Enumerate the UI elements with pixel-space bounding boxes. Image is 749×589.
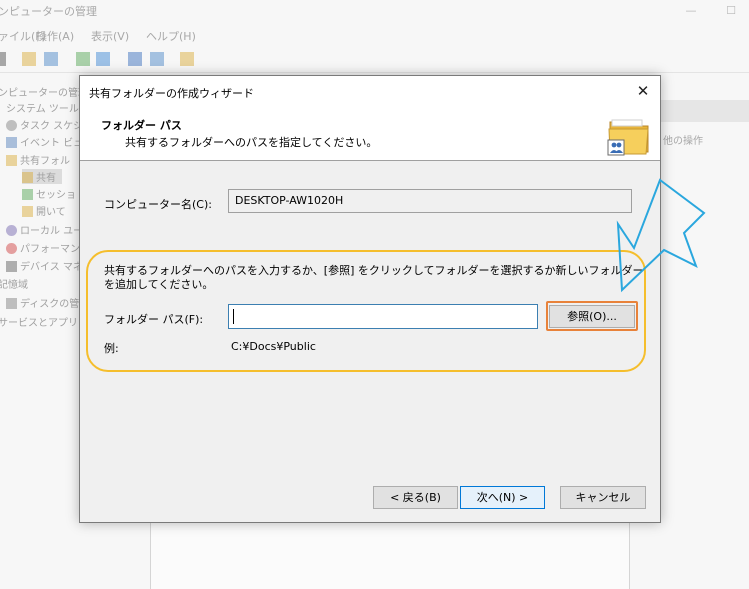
- device-manager-icon: [6, 261, 17, 272]
- help-icon[interactable]: [128, 52, 142, 66]
- tree-item[interactable]: システム ツール: [6, 100, 79, 115]
- menu-view[interactable]: 表示(V): [91, 28, 129, 44]
- tree-item[interactable]: セッショ: [22, 186, 76, 201]
- shared-folder-icon: [6, 155, 17, 166]
- export-icon[interactable]: [96, 52, 110, 66]
- share-folder-wizard: 共有フォルダーの作成ウィザード ✕ フォルダー パス 共有するフォルダーへのパス…: [79, 75, 661, 523]
- path-instruction: 共有するフォルダーへのパスを入力するか、[参照] をクリックしてフォルダーを選択…: [104, 264, 644, 291]
- menu-action[interactable]: 操作(A): [36, 28, 74, 44]
- wizard-header: フォルダー パス 共有するフォルダーへのパスを指定してください。: [80, 106, 660, 161]
- event-viewer-icon: [6, 137, 17, 148]
- example-value: C:¥Docs¥Public: [231, 340, 316, 353]
- share-icon: [22, 172, 33, 183]
- computer-name-label: コンピューター名(C):: [104, 198, 212, 211]
- tree-item[interactable]: デバイス マネ: [6, 258, 83, 273]
- text-caret: [233, 309, 234, 324]
- menu-help[interactable]: ヘルプ(H): [146, 28, 196, 44]
- tree-item-selected[interactable]: 共有: [22, 169, 62, 184]
- step-subtitle: 共有するフォルダーへのパスを指定してください。: [125, 136, 378, 149]
- clock-icon: [6, 120, 17, 131]
- background-menubar: ァイル(F) 操作(A) 表示(V) ヘルプ(H): [0, 24, 749, 44]
- close-icon[interactable]: ✕: [626, 76, 660, 106]
- show-tree-icon[interactable]: [44, 52, 58, 66]
- tree-item[interactable]: 開いて: [22, 203, 66, 218]
- tree-item[interactable]: ンピューターの管理: [0, 84, 88, 99]
- new-share-icon[interactable]: [180, 52, 194, 66]
- view-icon[interactable]: [150, 52, 164, 66]
- tree-item[interactable]: ディスクの管: [6, 295, 79, 310]
- disk-icon: [6, 298, 17, 309]
- folder-path-label: フォルダー パス(F):: [104, 313, 204, 326]
- browse-button[interactable]: 参照(O)...: [549, 305, 635, 328]
- performance-icon: [6, 243, 17, 254]
- background-tree: ンピューターの管理 システム ツール タスク スケジ イベント ビュ 共有フォル…: [0, 76, 88, 356]
- dialog-title: 共有フォルダーの作成ウィザード: [89, 87, 254, 100]
- folder-share-icon: [607, 119, 649, 156]
- step-title: フォルダー パス: [101, 119, 182, 132]
- tree-item[interactable]: パフォーマン: [6, 240, 80, 255]
- refresh-icon[interactable]: [76, 52, 90, 66]
- tree-item[interactable]: 共有フォル: [6, 152, 70, 167]
- computer-name-value: DESKTOP-AW1020H: [235, 194, 344, 207]
- folder-path-input[interactable]: [228, 304, 538, 329]
- maximize-icon[interactable]: ☐: [716, 0, 746, 22]
- background-titlebar: ンピューターの管理 — ☐: [0, 0, 749, 22]
- background-window-title: ンピューターの管理: [0, 5, 97, 18]
- actions-pane-header: [660, 100, 749, 122]
- arrow-annotation-icon: [616, 178, 706, 293]
- tree-item[interactable]: サービスとアプリ: [0, 314, 78, 329]
- tree-item[interactable]: イベント ビュ: [6, 134, 83, 149]
- up-folder-icon[interactable]: [22, 52, 36, 66]
- back-button[interactable]: < 戻る(B): [373, 486, 458, 509]
- users-icon: [6, 225, 17, 236]
- background-list-pane: [150, 522, 630, 589]
- tree-item[interactable]: 記憶域: [0, 276, 28, 291]
- open-files-icon: [22, 206, 33, 217]
- minimize-icon[interactable]: —: [676, 0, 706, 22]
- session-icon: [22, 189, 33, 200]
- dialog-titlebar: 共有フォルダーの作成ウィザード ✕: [80, 76, 660, 106]
- forward-icon[interactable]: [0, 52, 6, 66]
- actions-more[interactable]: 他の操作: [663, 132, 703, 147]
- example-label: 例:: [104, 342, 119, 355]
- background-toolbar: [0, 46, 749, 73]
- computer-name-field: DESKTOP-AW1020H: [228, 189, 632, 213]
- tree-item[interactable]: タスク スケジ: [6, 117, 83, 132]
- tree-item[interactable]: ローカル ユー: [6, 222, 83, 237]
- next-button[interactable]: 次へ(N) >: [460, 486, 545, 509]
- cancel-button[interactable]: キャンセル: [560, 486, 646, 509]
